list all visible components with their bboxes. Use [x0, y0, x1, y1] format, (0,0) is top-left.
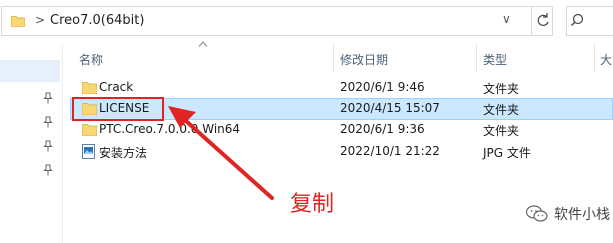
file-type: 文件夹 [483, 103, 520, 117]
column-divider[interactable] [333, 44, 334, 72]
pin-icon[interactable] [43, 140, 53, 152]
column-header-type[interactable]: 类型 [483, 51, 507, 68]
file-row-crack[interactable]: Crack 2020/6/1 9:46 文件夹 [70, 77, 613, 99]
watermark-text: 软件小栈 [554, 207, 610, 223]
file-type: 文件夹 [483, 82, 520, 96]
chevron-down-icon[interactable]: ∨ [502, 12, 511, 26]
folder-icon [11, 16, 25, 27]
refresh-button[interactable] [531, 7, 553, 35]
wechat-icon [526, 205, 548, 222]
highlight-box [72, 97, 164, 121]
folder-icon [82, 124, 97, 136]
pin-icon[interactable] [43, 92, 53, 104]
folder-icon [82, 82, 97, 94]
column-header-name[interactable]: 名称 [79, 51, 103, 68]
file-type: JPG 文件 [483, 146, 531, 160]
address-bar[interactable]: > Creo7.0(64bit) ∨ [1, 6, 553, 36]
watermark: 软件小栈 [526, 204, 610, 224]
pin-icon[interactable] [43, 164, 53, 176]
refresh-icon [537, 13, 549, 26]
file-name: 安装方法 [99, 146, 148, 160]
breadcrumb-separator[interactable]: > [35, 13, 45, 27]
file-row-install-guide[interactable]: 安装方法 2022/10/1 21:22 JPG 文件 [70, 141, 613, 163]
file-type: 文件夹 [483, 124, 520, 138]
file-row-ptc-creo[interactable]: PTC.Creo.7.0.0.0.Win64 2020/6/1 9:36 文件夹 [70, 119, 613, 141]
navigation-pane[interactable] [0, 44, 62, 243]
column-divider[interactable] [594, 44, 595, 72]
breadcrumb-path[interactable]: Creo7.0(64bit) [50, 13, 144, 28]
file-date: 2020/4/15 15:07 [340, 101, 440, 115]
search-icon [571, 13, 584, 26]
file-name: Crack [99, 80, 134, 94]
column-header-modified[interactable]: 修改日期 [340, 51, 388, 68]
search-input[interactable] [566, 6, 613, 36]
column-header-size[interactable]: 大 [600, 51, 612, 68]
column-divider[interactable] [476, 44, 477, 72]
file-date: 2022/10/1 21:22 [340, 144, 440, 158]
pane-divider[interactable] [62, 44, 63, 243]
copy-annotation-label: 复制 [290, 192, 335, 217]
address-bar-row: > Creo7.0(64bit) ∨ [0, 0, 613, 44]
file-name: PTC.Creo.7.0.0.0.Win64 [99, 122, 241, 136]
file-date: 2020/6/1 9:46 [340, 80, 425, 94]
pin-icon[interactable] [43, 116, 53, 128]
file-date: 2020/6/1 9:36 [340, 122, 425, 136]
image-file-icon [82, 144, 95, 159]
sort-ascending-icon [198, 41, 208, 47]
nav-selected-item[interactable] [0, 60, 60, 82]
